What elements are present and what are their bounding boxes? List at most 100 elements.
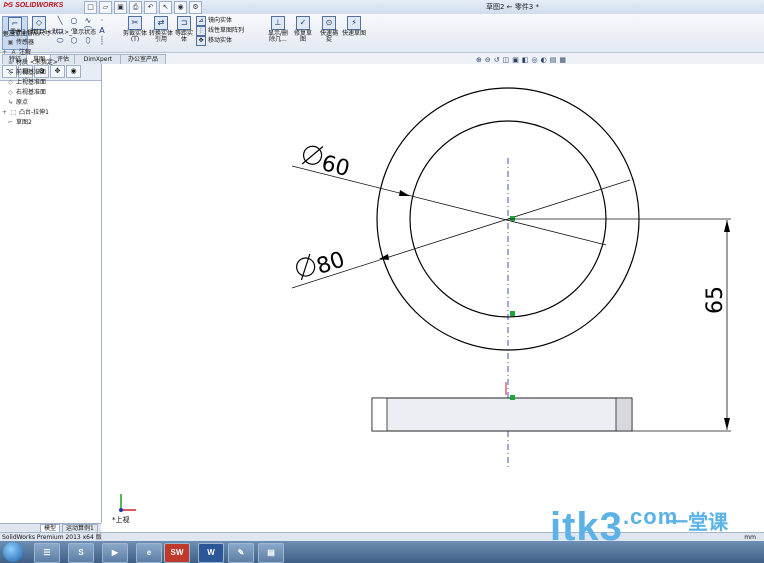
material-icon: ≡ xyxy=(7,59,14,66)
move-entities-button[interactable]: ✥ 移动实体 xyxy=(196,36,244,46)
ribbon: ⌐ 退出草图 ◇ 智能尺寸 ╲ ○ ∿ · ▭ ◠ ⌒ A ⬭ ⬡ ⬯ ┊ ✂ 剪裁实体(T) ⇄ 转换实… xyxy=(0,14,764,53)
tree-item[interactable]: ▣ 传感器 xyxy=(1,38,101,48)
taskbar-folder-icon[interactable]: ▤ xyxy=(258,543,284,563)
mirror-icon: ⊿ xyxy=(196,16,206,26)
point-icon[interactable]: · xyxy=(96,16,108,25)
tree-item[interactable]: ≡ 材质 <未指定> xyxy=(1,58,101,68)
tree-item[interactable]: ◇ 右视基准面 xyxy=(1,88,101,98)
open-icon[interactable]: ▱ xyxy=(99,1,112,14)
zoom-fit-icon[interactable]: ⊕ xyxy=(476,56,482,64)
zoom-area-icon[interactable]: ⊖ xyxy=(485,56,491,64)
app-logo: ᐅS SOLIDWORKS xyxy=(3,2,64,9)
section-view-icon[interactable]: ◫ xyxy=(503,56,510,64)
taskbar-tools-icon[interactable]: ✎ xyxy=(228,543,254,563)
status-product: SolidWorks Premium 2013 x64 版 xyxy=(2,534,102,541)
origin-icon: ↳ xyxy=(7,99,14,106)
dimension-65-text[interactable]: 65 xyxy=(703,286,728,314)
save-icon[interactable]: ▣ xyxy=(114,1,127,14)
part-side-right-edge xyxy=(615,397,633,432)
pattern-group: ⊿ 镜向实体 ⋮ 线性草图阵列 ✥ 移动实体 xyxy=(196,16,244,46)
select-icon[interactable]: ↖ xyxy=(159,1,172,14)
line-icon[interactable]: ╲ xyxy=(54,16,66,25)
repair-icon: ✓ xyxy=(296,16,310,30)
move-icon: ✥ xyxy=(196,36,206,46)
plane-icon: ◇ xyxy=(8,69,13,76)
quick-access-toolbar: □ ▱ ▣ ⎙ ↶ ↖ ◉ ⚙ xyxy=(84,1,202,14)
undo-icon[interactable]: ↶ xyxy=(144,1,157,14)
display-style-icon[interactable]: ◧ xyxy=(522,56,529,64)
dim65-arrow-bottom xyxy=(724,418,730,430)
display-relations-button[interactable]: ⊥ 显示/删除几... xyxy=(266,16,290,48)
repair-sketch-button[interactable]: ✓ 修复草图 xyxy=(292,16,314,48)
dim60-arrow xyxy=(399,190,410,196)
start-button[interactable] xyxy=(3,542,23,562)
taskbar-explorer-icon[interactable]: ☰ xyxy=(34,543,60,563)
spline-icon[interactable]: ∿ xyxy=(82,16,94,25)
trim-entities-button[interactable]: ✂ 剪裁实体(T) xyxy=(122,16,148,48)
hide-show-icon[interactable]: ◎ xyxy=(532,56,538,64)
offset-entities-button[interactable]: ⊐ 等距实体 xyxy=(173,16,195,48)
taskbar-solidworks-icon[interactable]: SW xyxy=(164,543,190,563)
new-icon[interactable]: □ xyxy=(84,1,97,14)
tree-item[interactable]: ◇ 前视基准面 xyxy=(1,68,101,78)
options-icon[interactable]: ⚙ xyxy=(189,1,202,14)
tree-item[interactable]: ◇ 上视基准面 xyxy=(1,78,101,88)
taskbar-media-icon[interactable]: ▶ xyxy=(102,543,128,563)
origin-point[interactable] xyxy=(510,395,515,400)
heads-up-view-toolbar: ⊕ ⊖ ↺ ◫ ▣ ◧ ◎ ◐ ▤ ▦ xyxy=(476,56,566,64)
annotation-icon: A xyxy=(11,49,16,56)
dim80-arrow xyxy=(379,254,389,260)
circle-quadrant-point[interactable] xyxy=(510,311,515,316)
convert-entities-button[interactable]: ⇄ 转换实体引用 xyxy=(149,16,173,48)
plane-icon: ◇ xyxy=(8,79,13,86)
convert-icon: ⇄ xyxy=(154,16,168,30)
sketch-tree-icon: ⌐ xyxy=(7,119,14,126)
part-side-view[interactable] xyxy=(371,397,633,432)
extrude-icon: ⬚ xyxy=(10,109,17,116)
expand-icon: + xyxy=(1,109,8,116)
taskbar-word-icon[interactable]: W xyxy=(198,543,224,563)
part-icon: ◈ xyxy=(2,29,7,36)
feature-tree: ◈ 零件3 (默认<<默认>_显示状态 ▣ 传感器 + A 注解 ≡ 材质 <未指定> ◇… xyxy=(1,28,101,128)
rebuild-icon[interactable]: ◉ xyxy=(174,1,187,14)
tree-item[interactable]: ⌐ 草图2 xyxy=(1,118,101,128)
dimension-80-text: 80 xyxy=(314,247,348,279)
view-orientation-icon[interactable]: ▣ xyxy=(512,56,519,64)
part-side-left-edge xyxy=(371,397,388,432)
circle-icon[interactable]: ○ xyxy=(68,16,80,25)
watermark-logo: itk3.com xyxy=(550,504,679,550)
rapid-sketch-icon: ⚡ xyxy=(347,16,361,30)
scene-icon[interactable]: ▤ xyxy=(550,56,557,64)
tree-item[interactable]: + A 注解 xyxy=(1,48,101,58)
offset-icon: ⊐ xyxy=(177,16,191,30)
dimension-60[interactable]: 60 xyxy=(299,142,353,182)
sensor-icon: ▣ xyxy=(7,39,14,46)
dim65-arrow-top xyxy=(724,220,730,232)
title-bar: ᐅS SOLIDWORKS □ ▱ ▣ ⎙ ↶ ↖ ◉ ⚙ 草图2 ← 零件3 * xyxy=(0,0,764,15)
linear-pattern-icon: ⋮ xyxy=(196,26,206,36)
center-point[interactable] xyxy=(510,216,515,221)
tree-item[interactable]: ↳ 原点 xyxy=(1,98,101,108)
quick-snaps-button[interactable]: ⊙ 快速捕捉 xyxy=(318,16,340,48)
relations-icon: ⊥ xyxy=(271,16,285,30)
mirror-entities-button[interactable]: ⊿ 镜向实体 xyxy=(196,16,244,26)
taskbar-browser-icon[interactable]: S xyxy=(68,543,94,563)
print-icon[interactable]: ⎙ xyxy=(129,1,142,14)
view-orientation-label: *上视 xyxy=(112,515,130,524)
rapid-sketch-button[interactable]: ⚡ 快速草图 xyxy=(342,16,366,48)
linear-pattern-button[interactable]: ⋮ 线性草图阵列 xyxy=(196,26,244,36)
taskbar-ie-icon[interactable]: e xyxy=(136,543,162,563)
previous-view-icon[interactable]: ↺ xyxy=(494,56,500,64)
graphics-area[interactable]: 60 80 65 *上视 xyxy=(102,64,764,532)
edit-appearance-icon[interactable]: ◐ xyxy=(541,56,547,64)
dimension-80[interactable]: 80 xyxy=(294,245,348,286)
plane-icon: ◇ xyxy=(8,89,13,96)
tree-root[interactable]: ◈ 零件3 (默认<<默认>_显示状态 xyxy=(1,28,101,38)
tree-item[interactable]: + ⬚ 凸台-拉伸1 xyxy=(1,108,101,118)
view-settings-icon[interactable]: ▦ xyxy=(559,56,566,64)
feature-manager-panel: ⌥ ▤ ⚙ ✥ ◉ xyxy=(0,64,102,523)
triad-origin xyxy=(119,508,123,512)
expand-icon: + xyxy=(1,49,8,56)
trim-icon: ✂ xyxy=(128,16,142,30)
watermark-cn: 一堂课 xyxy=(668,512,728,534)
